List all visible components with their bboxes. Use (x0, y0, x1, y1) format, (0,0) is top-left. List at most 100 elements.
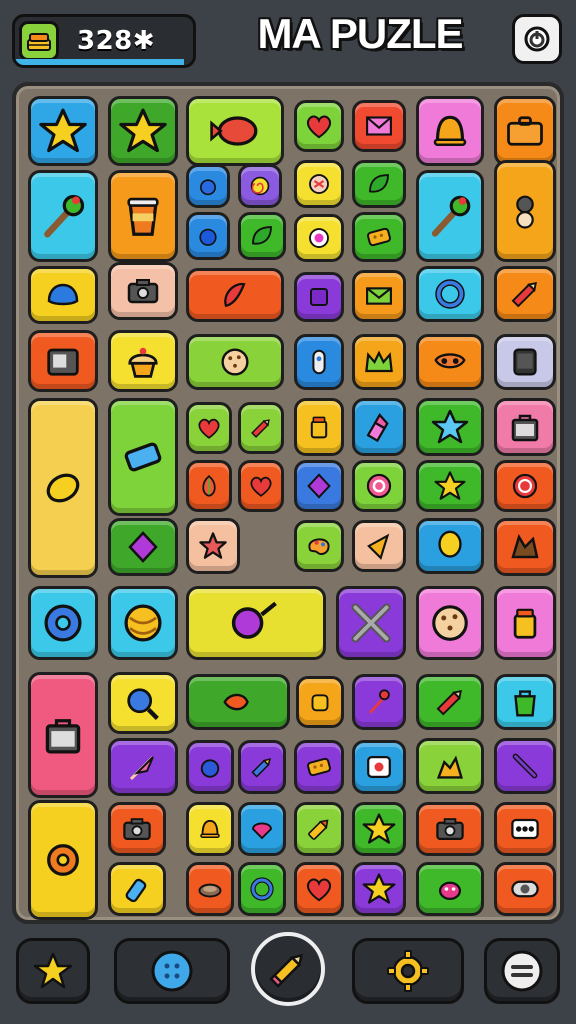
tile-dice[interactable] (494, 802, 556, 856)
hint-button[interactable] (114, 938, 230, 1004)
tile-sack[interactable] (494, 674, 556, 730)
power-button[interactable] (512, 14, 562, 64)
tile-jar[interactable] (494, 586, 556, 660)
tile-heart[interactable] (294, 862, 344, 916)
feather-icon (123, 747, 163, 787)
tile-flower[interactable] (186, 518, 240, 574)
tile-gem[interactable] (108, 518, 178, 576)
tile-bell[interactable] (416, 96, 484, 166)
bow-icon (304, 169, 334, 199)
tile-bird[interactable] (352, 520, 406, 572)
tile-target[interactable] (494, 460, 556, 512)
tile-toast[interactable] (296, 676, 344, 728)
tile-bow[interactable] (294, 160, 344, 208)
tile-marker[interactable] (294, 802, 344, 856)
tile-phone[interactable] (494, 334, 556, 390)
tile-cheese[interactable] (352, 212, 406, 262)
tile-candy[interactable] (186, 96, 284, 166)
tile-heart[interactable] (186, 402, 232, 454)
tile-heart[interactable] (238, 460, 284, 512)
tile-star[interactable] (28, 96, 98, 166)
tile-broom[interactable] (416, 170, 484, 262)
tile-eraser[interactable] (108, 398, 178, 516)
tile-mail[interactable] (352, 270, 406, 322)
tile-bouquet[interactable] (352, 674, 406, 730)
tile-cup[interactable] (108, 170, 178, 262)
tile-pencil[interactable] (494, 266, 556, 322)
tile-cupcake[interactable] (108, 330, 178, 392)
tile-palette[interactable] (294, 520, 344, 572)
tile-camera[interactable] (416, 802, 484, 856)
tile-ring[interactable] (238, 862, 286, 916)
tile-cross[interactable] (336, 586, 406, 660)
tile-cookie[interactable] (186, 334, 284, 390)
tile-onion[interactable] (186, 460, 232, 512)
menu-button[interactable] (484, 938, 560, 1004)
tile-leaf[interactable] (238, 212, 286, 260)
tile-envelope[interactable] (352, 100, 406, 152)
tile-magnifier[interactable] (108, 672, 178, 734)
tile-bowl[interactable] (186, 862, 234, 916)
tile-pin[interactable] (186, 164, 230, 208)
tile-balloon[interactable] (416, 518, 484, 574)
tile-briefcase[interactable] (494, 96, 556, 166)
tile-pill[interactable] (294, 334, 344, 390)
tile-baton[interactable] (494, 738, 556, 794)
tile-eye[interactable] (294, 214, 344, 262)
tile-lemon[interactable] (28, 398, 98, 578)
tile-pepper[interactable] (186, 268, 284, 322)
tile-cushion[interactable] (28, 266, 98, 324)
tile-bell[interactable] (186, 802, 234, 856)
pencil-button[interactable] (251, 932, 325, 1006)
tile-game[interactable] (352, 740, 406, 794)
ring-icon (431, 275, 469, 313)
mail-icon (362, 279, 396, 313)
tile-berry[interactable] (186, 740, 234, 794)
tile-snail[interactable] (494, 160, 556, 262)
tile-bottle[interactable] (108, 862, 166, 916)
tile-cookie[interactable] (416, 586, 484, 660)
baton-icon (506, 747, 544, 785)
tile-gear[interactable] (28, 800, 98, 920)
tile-fish[interactable] (186, 674, 290, 730)
tile-feather[interactable] (108, 738, 178, 796)
tile-camera[interactable] (108, 262, 178, 320)
pencil-icon (269, 953, 304, 988)
tile-leaf[interactable] (352, 160, 406, 208)
tile-gem[interactable] (294, 460, 344, 512)
tile-broom[interactable] (28, 170, 98, 262)
tile-pan[interactable] (186, 586, 326, 660)
tile-radio[interactable] (28, 330, 98, 392)
tile-yarn[interactable] (108, 586, 178, 660)
tile-lipstick[interactable] (352, 398, 406, 456)
tile-fox[interactable] (494, 518, 556, 576)
tile-bug[interactable] (416, 862, 484, 916)
tile-blue-star[interactable] (416, 398, 484, 456)
tile-star[interactable] (416, 460, 484, 512)
tile-swirl[interactable] (238, 164, 282, 208)
tile-ring[interactable] (416, 266, 484, 322)
gear-button[interactable] (352, 938, 464, 1004)
tile-dog[interactable] (416, 738, 484, 794)
tile-cube[interactable] (294, 272, 344, 322)
tile-bag[interactable] (28, 672, 98, 798)
tile-candy-swirl[interactable] (352, 460, 406, 512)
tile-star[interactable] (352, 862, 406, 916)
tile-brush[interactable] (238, 740, 286, 794)
tile-heart[interactable] (294, 100, 344, 152)
tile-pencil[interactable] (238, 402, 284, 454)
tile-star[interactable] (352, 802, 406, 856)
tile-donut[interactable] (28, 586, 98, 660)
tile-camera[interactable] (108, 802, 166, 856)
tile-crown[interactable] (352, 334, 406, 390)
tile-jar[interactable] (294, 398, 344, 456)
tile-cheese[interactable] (294, 740, 344, 794)
tile-tape[interactable] (494, 862, 556, 916)
tile-bag[interactable] (494, 398, 556, 456)
tile-mask[interactable] (416, 334, 484, 390)
tile-pencil[interactable] (416, 674, 484, 730)
tile-blue-ball[interactable] (186, 212, 230, 260)
tile-star[interactable] (108, 96, 178, 166)
star-button[interactable] (16, 938, 90, 1004)
tile-slice[interactable] (238, 802, 286, 856)
